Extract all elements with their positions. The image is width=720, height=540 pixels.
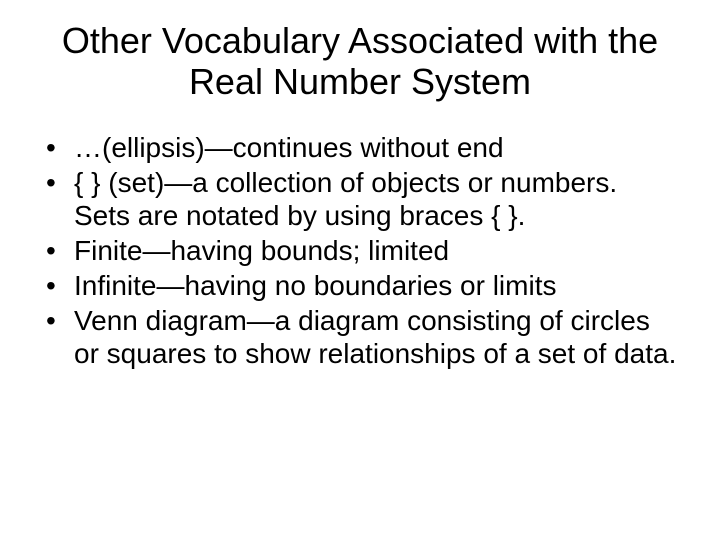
- list-item: …(ellipsis)—continues without end: [46, 131, 680, 164]
- list-item: Venn diagram—a diagram consisting of cir…: [46, 304, 680, 370]
- slide-title: Other Vocabulary Associated with the Rea…: [60, 20, 660, 103]
- list-item: Infinite—having no boundaries or limits: [46, 269, 680, 302]
- bullet-list: …(ellipsis)—continues without end { } (s…: [30, 131, 690, 370]
- list-item: Finite—having bounds; limited: [46, 234, 680, 267]
- list-item: { } (set)—a collection of objects or num…: [46, 166, 680, 232]
- slide: Other Vocabulary Associated with the Rea…: [0, 0, 720, 540]
